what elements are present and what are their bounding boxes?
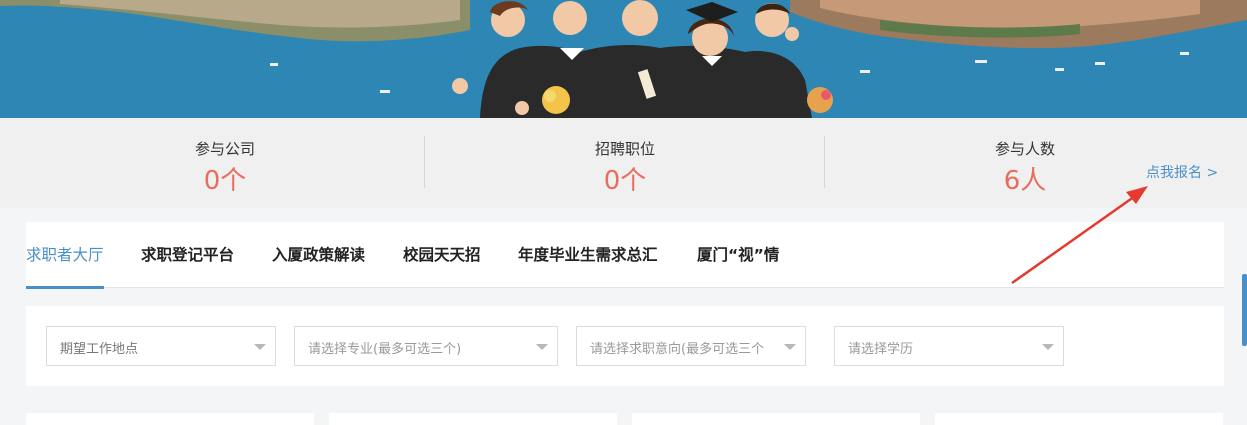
stat-companies: 参与公司 0个	[25, 118, 425, 208]
stat-positions: 招聘职位 0个	[425, 118, 825, 208]
major-placeholder: 请选择专业(最多可选三个)	[308, 342, 462, 357]
tab-job-seeker-hall[interactable]: 求职者大厅	[26, 222, 104, 289]
hero-banner	[0, 0, 1247, 118]
tab-graduate-demand-summary[interactable]: 年度毕业生需求总汇	[518, 222, 658, 288]
filter-panel: 期望工作地点 请选择专业(最多可选三个) 请选择求职意向(最多可选三个 请选择学…	[26, 306, 1224, 386]
chevron-down-icon	[784, 344, 796, 350]
signup-link[interactable]: 点我报名 >	[1146, 162, 1218, 182]
major-select[interactable]: 请选择专业(最多可选三个)	[294, 326, 558, 366]
banner-illustration	[0, 0, 1247, 118]
work-location-select[interactable]: 期望工作地点	[46, 326, 276, 366]
tab-bar: 求职者大厅 求职登记平台 入厦政策解读 校园天天招 年度毕业生需求总汇 厦门“视…	[26, 222, 1224, 289]
tab-job-registration[interactable]: 求职登记平台	[141, 222, 234, 288]
education-select[interactable]: 请选择学历	[834, 326, 1064, 366]
education-placeholder: 请选择学历	[848, 342, 914, 357]
stat-companies-label: 参与公司	[194, 140, 255, 158]
chevron-down-icon	[254, 344, 266, 350]
stat-participants-label: 参与人数	[994, 140, 1055, 158]
stat-positions-value: 0个	[603, 166, 647, 196]
stat-positions-label: 招聘职位	[594, 140, 655, 158]
job-intention-select[interactable]: 请选择求职意向(最多可选三个	[576, 326, 806, 366]
tab-xiamen-video[interactable]: 厦门“视”情	[697, 222, 779, 288]
stats-bar: 参与公司 0个 招聘职位 0个 参与人数 6人	[0, 118, 1247, 208]
chevron-down-icon	[536, 344, 548, 350]
job-card[interactable]	[935, 413, 1223, 425]
job-card[interactable]	[26, 413, 314, 425]
job-card[interactable]	[329, 413, 617, 425]
scrollbar-thumb[interactable]	[1242, 274, 1247, 346]
chevron-down-icon	[1042, 344, 1054, 350]
tab-campus-recruitment[interactable]: 校园天天招	[403, 222, 481, 288]
stat-companies-value: 0个	[203, 166, 247, 196]
job-intention-placeholder: 请选择求职意向(最多可选三个	[590, 342, 765, 357]
job-card[interactable]	[632, 413, 920, 425]
tab-policy-interpretation[interactable]: 入厦政策解读	[272, 222, 365, 288]
work-location-placeholder: 期望工作地点	[60, 342, 139, 357]
